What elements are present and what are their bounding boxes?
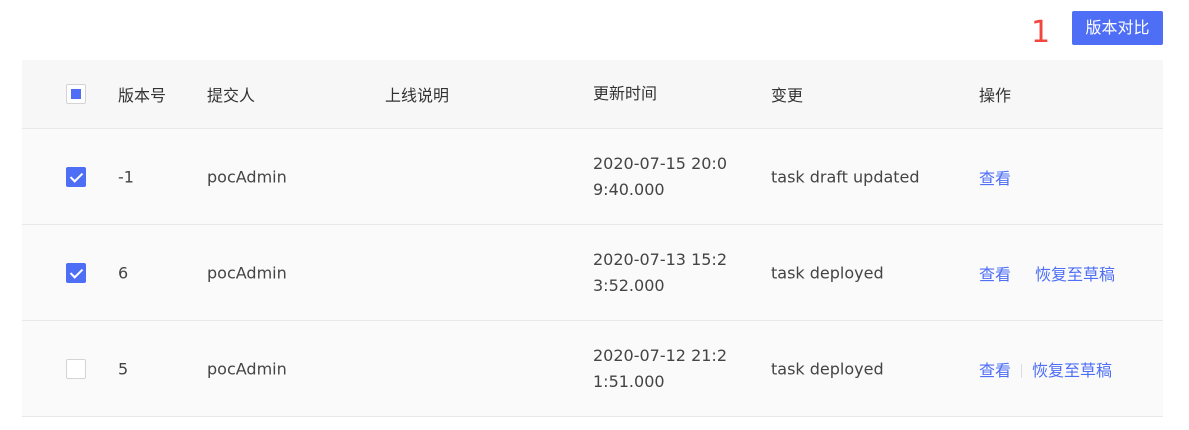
row-checkbox[interactable] xyxy=(66,166,86,187)
row-select-cell xyxy=(66,358,86,379)
table-row: 5 pocAdmin 2020-07-12 21:2 1:51.000 task… xyxy=(22,321,1163,417)
annotation-marker-1: 1 xyxy=(1031,15,1051,50)
update-time-line2: 9:40.000 xyxy=(593,179,665,199)
update-time-line2: 1:51.000 xyxy=(593,371,665,391)
compare-versions-button[interactable]: 版本对比 xyxy=(1072,11,1163,45)
header-description: 上线说明 xyxy=(385,86,450,105)
view-link[interactable]: 查看 xyxy=(979,169,1011,188)
change-type: task draft updated xyxy=(771,167,920,186)
select-all-cell xyxy=(66,84,86,104)
version-number: 5 xyxy=(118,359,129,378)
update-time: 2020-07-15 20:0 9:40.000 xyxy=(593,151,727,203)
view-link[interactable]: 查看 xyxy=(979,361,1011,380)
submitter: pocAdmin xyxy=(207,263,287,282)
row-select-cell xyxy=(66,166,86,187)
update-time-line2: 3:52.000 xyxy=(593,275,665,295)
select-all-checkbox[interactable] xyxy=(66,84,86,104)
update-time-line1: 2020-07-12 21:2 xyxy=(593,345,727,365)
update-time: 2020-07-13 15:2 3:52.000 xyxy=(593,247,727,299)
header-actions: 操作 xyxy=(979,86,1012,105)
header-submitter: 提交人 xyxy=(207,86,256,105)
table-row: 6 pocAdmin 2020-07-13 15:2 3:52.000 task… xyxy=(22,225,1163,321)
update-time-line1: 2020-07-15 20:0 xyxy=(593,153,727,173)
version-history-page: 版本对比 1 2 3 4 版本号 提交人 上线说明 更新时间 变更 操作 -1 … xyxy=(0,0,1189,430)
row-checkbox[interactable] xyxy=(66,262,86,283)
row-select-cell xyxy=(66,262,86,283)
row-checkbox[interactable] xyxy=(66,358,86,379)
header-version: 版本号 xyxy=(118,86,167,105)
header-update-time: 更新时间 xyxy=(593,84,658,103)
update-time: 2020-07-12 21:2 1:51.000 xyxy=(593,343,727,395)
restore-to-draft-link[interactable]: 恢复至草稿 xyxy=(1032,361,1112,380)
table-header: 版本号 提交人 上线说明 更新时间 变更 操作 xyxy=(22,60,1163,129)
submitter: pocAdmin xyxy=(207,167,287,186)
header-change: 变更 xyxy=(771,86,804,105)
row-actions: 查看 xyxy=(979,165,1011,189)
row-actions: 查看 恢复至草稿 xyxy=(979,357,1112,381)
change-type: task deployed xyxy=(771,359,884,378)
view-link[interactable]: 查看 xyxy=(979,265,1011,284)
action-divider xyxy=(1021,364,1023,378)
update-time-line1: 2020-07-13 15:2 xyxy=(593,249,727,269)
version-table: 版本号 提交人 上线说明 更新时间 变更 操作 -1 pocAdmin 2020… xyxy=(22,60,1163,417)
version-number: -1 xyxy=(118,167,134,186)
version-number: 6 xyxy=(118,263,129,282)
restore-to-draft-link[interactable]: 恢复至草稿 xyxy=(1035,265,1115,284)
change-type: task deployed xyxy=(771,263,884,282)
submitter: pocAdmin xyxy=(207,359,287,378)
row-actions: 查看 恢复至草稿 xyxy=(979,261,1115,285)
table-row: -1 pocAdmin 2020-07-15 20:0 9:40.000 tas… xyxy=(22,129,1163,225)
